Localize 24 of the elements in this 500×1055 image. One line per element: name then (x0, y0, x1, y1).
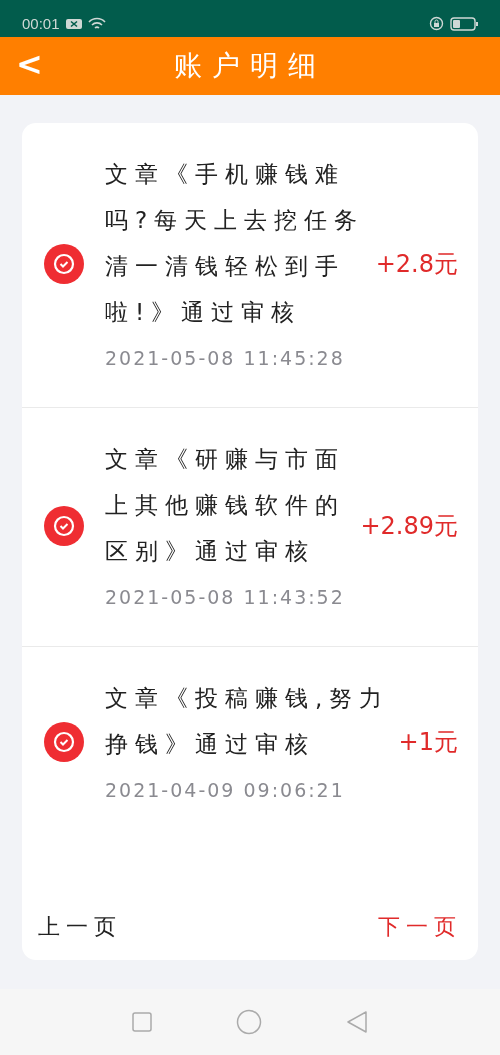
record-amount: +1元 (398, 727, 458, 758)
home-icon[interactable] (236, 1009, 262, 1035)
record-amount: +2.8元 (375, 249, 458, 280)
back-button[interactable]: < (10, 45, 49, 83)
record-time: 2021-05-08 11:45:28 (105, 346, 346, 371)
notification-icon (65, 17, 82, 30)
check-circle-icon (43, 506, 84, 546)
check-circle-icon (43, 244, 84, 284)
next-page-button[interactable]: 下一页 (378, 912, 462, 942)
record-time: 2021-04-09 09:06:21 (105, 778, 346, 803)
record-title: 文章《手机赚钱难吗?每天上去挖任务清一清钱轻松到手啦!》通过审核 (105, 160, 366, 327)
page-title: 账户明细 (174, 48, 326, 84)
rotation-lock-icon (429, 16, 444, 31)
clock: 00:01 (22, 15, 60, 32)
record-time: 2021-05-08 11:43:52 (105, 585, 346, 610)
recents-icon[interactable] (131, 1011, 154, 1033)
record-amount: +2.89元 (360, 511, 458, 542)
record-title: 文章《投稿赚钱,努力挣钱》通过审核 (105, 684, 391, 759)
wifi-icon (87, 16, 106, 31)
back-icon[interactable] (344, 1010, 369, 1034)
record-title: 文章《研赚与市面上其他赚钱软件的区别》通过审核 (105, 445, 346, 566)
previous-page-button[interactable]: 上一页 (38, 912, 122, 942)
check-circle-icon (43, 722, 84, 762)
battery-icon (450, 16, 478, 31)
